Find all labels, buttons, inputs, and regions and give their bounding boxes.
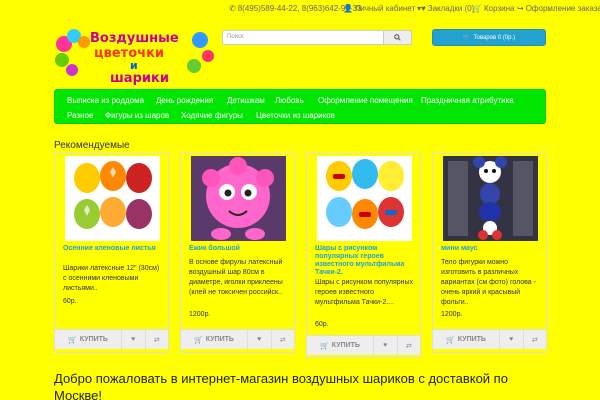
menu-item-love[interactable]: Любовь xyxy=(275,96,304,105)
cart-icon: 🛒 xyxy=(472,4,482,13)
product-card: Шары с рисунком популярных героев извест… xyxy=(306,153,421,358)
checkout-link[interactable]: ↪ Оформление заказа xyxy=(517,4,600,13)
cart-link[interactable]: 🛒 Корзина xyxy=(472,4,514,13)
buy-button[interactable]: 🛒 КУПИТЬ xyxy=(307,336,374,355)
product-image[interactable] xyxy=(317,156,412,241)
menu-item-birthday[interactable]: День рождения xyxy=(156,96,213,105)
account-label: Личный кабинет xyxy=(354,4,416,13)
cart-icon: 🛒 xyxy=(462,35,471,41)
section-title: Рекомендуемые xyxy=(54,140,130,151)
product-price: 1200р. xyxy=(441,311,463,318)
bookmarks-label: Закладки (0) xyxy=(427,4,475,13)
phone-link[interactable]: ✆ 8(495)589-44-22, 8(963)642-99-33 xyxy=(229,4,361,13)
heart-icon: ♥ xyxy=(131,336,136,343)
logo-line1: Воздушные xyxy=(90,31,179,46)
heart-icon: ♥ xyxy=(421,4,426,13)
buy-label: КУПИТЬ xyxy=(331,342,360,349)
product-card: Осенние кленовые листья Шарики латексные… xyxy=(54,153,169,353)
buy-label: КУПИТЬ xyxy=(205,336,234,343)
compare-button[interactable]: ⇄ xyxy=(146,330,169,349)
menu-item-balloon-figures[interactable]: Фигуры из шаров xyxy=(105,111,169,120)
category-menu: Выписка из роддома День рождения Детишка… xyxy=(54,89,546,124)
compare-icon: ⇄ xyxy=(279,336,286,344)
compare-icon: ⇄ xyxy=(153,336,160,344)
menu-item-room-decoration[interactable]: Оформление помещения xyxy=(318,96,413,105)
buy-button[interactable]: 🛒 КУПИТЬ xyxy=(433,330,500,349)
top-bar: ✆ 8(495)589-44-22, 8(963)642-99-33 👤 Личны… xyxy=(0,4,600,18)
buy-label: КУПИТЬ xyxy=(79,336,108,343)
product-price: 60р. xyxy=(63,298,77,305)
cart-summary-button[interactable]: 🛒 Товаров 0 (0р.) xyxy=(432,29,546,46)
product-price: 1200р. xyxy=(189,311,211,318)
product-image[interactable] xyxy=(65,156,160,241)
compare-icon: ⇄ xyxy=(405,342,412,350)
product-title[interactable]: Шары с рисунком популярных героев извест… xyxy=(315,245,415,277)
menu-item-discharge[interactable]: Выписка из роддома xyxy=(67,96,144,105)
buy-label: КУПИТЬ xyxy=(457,336,486,343)
product-card: мини маус Тело фигурки можно изготовить … xyxy=(432,153,547,353)
menu-item-walking-figures[interactable]: Ходячие фигуры xyxy=(181,111,243,120)
search-button[interactable] xyxy=(383,30,412,45)
logo-line4: шарики xyxy=(110,71,169,86)
cart-icon: 🛒 xyxy=(68,336,77,344)
product-price: 60р. xyxy=(315,321,329,328)
account-link[interactable]: 👤 Личный кабинет ▾ xyxy=(343,4,421,13)
product-actions: 🛒 КУПИТЬ ♥ ⇄ xyxy=(55,329,168,349)
share-icon: ↪ xyxy=(517,4,524,13)
menu-item-balloon-flowers[interactable]: Цветочки из шариков xyxy=(256,111,335,120)
checkout-label: Оформление заказа xyxy=(525,4,600,13)
phone-icon: ✆ xyxy=(229,4,236,13)
product-description: Шарики латексные 12" (30см) с осенними к… xyxy=(63,265,160,292)
cart-icon: 🛒 xyxy=(194,336,203,344)
buy-button[interactable]: 🛒 КУПИТЬ xyxy=(181,330,248,349)
heart-icon: ♥ xyxy=(509,336,514,343)
product-image[interactable] xyxy=(443,156,538,241)
search-icon xyxy=(394,34,401,41)
compare-icon: ⇄ xyxy=(531,336,538,344)
compare-button[interactable]: ⇄ xyxy=(398,336,421,355)
product-title[interactable]: Осенние кленовые листья xyxy=(63,245,163,253)
wishlist-button[interactable]: ♥ xyxy=(374,336,398,355)
product-description: В основе фирулы латексный воздушный шар … xyxy=(189,259,283,296)
product-description: Тело фигурки можно изготовить в различны… xyxy=(441,259,536,306)
product-title[interactable]: Ежик большой xyxy=(189,245,289,253)
product-actions: 🛒 КУПИТЬ ♥ ⇄ xyxy=(181,329,294,349)
wishlist-button[interactable]: ♥ xyxy=(122,330,146,349)
cart-label: Корзина xyxy=(483,4,515,13)
wishlist-button[interactable]: ♥ xyxy=(500,330,524,349)
bookmarks-link[interactable]: ♥ Закладки (0) xyxy=(421,4,474,13)
product-actions: 🛒 КУПИТЬ ♥ ⇄ xyxy=(433,329,546,349)
user-icon: 👤 xyxy=(343,4,353,13)
site-logo[interactable]: Воздушные цветочки и шарики xyxy=(54,26,214,86)
product-title[interactable]: мини маус xyxy=(441,245,541,253)
product-card: Ежик большой В основе фирулы латексный в… xyxy=(180,153,295,353)
product-description: Шары с рисунком популярных героев извест… xyxy=(315,279,414,306)
product-image[interactable] xyxy=(191,156,286,241)
menu-item-misc[interactable]: Разное xyxy=(67,111,93,120)
compare-button[interactable]: ⇄ xyxy=(272,330,295,349)
wishlist-button[interactable]: ♥ xyxy=(248,330,272,349)
product-actions: 🛒 КУПИТЬ ♥ ⇄ xyxy=(307,335,420,355)
compare-button[interactable]: ⇄ xyxy=(524,330,547,349)
heart-icon: ♥ xyxy=(257,336,262,343)
buy-button[interactable]: 🛒 КУПИТЬ xyxy=(55,330,122,349)
cart-icon: 🛒 xyxy=(446,336,455,344)
cart-summary-label: Товаров 0 (0р.) xyxy=(473,34,516,41)
menu-item-festive[interactable]: Праздничная атрибутика xyxy=(421,96,514,105)
welcome-heading: Добро пожаловать в интернет-магазин возд… xyxy=(54,371,508,400)
heart-icon: ♥ xyxy=(383,342,388,349)
cart-icon: 🛒 xyxy=(320,342,329,350)
menu-item-kids[interactable]: Детишкам xyxy=(227,96,265,105)
logo-line2: цветочки xyxy=(94,46,164,61)
